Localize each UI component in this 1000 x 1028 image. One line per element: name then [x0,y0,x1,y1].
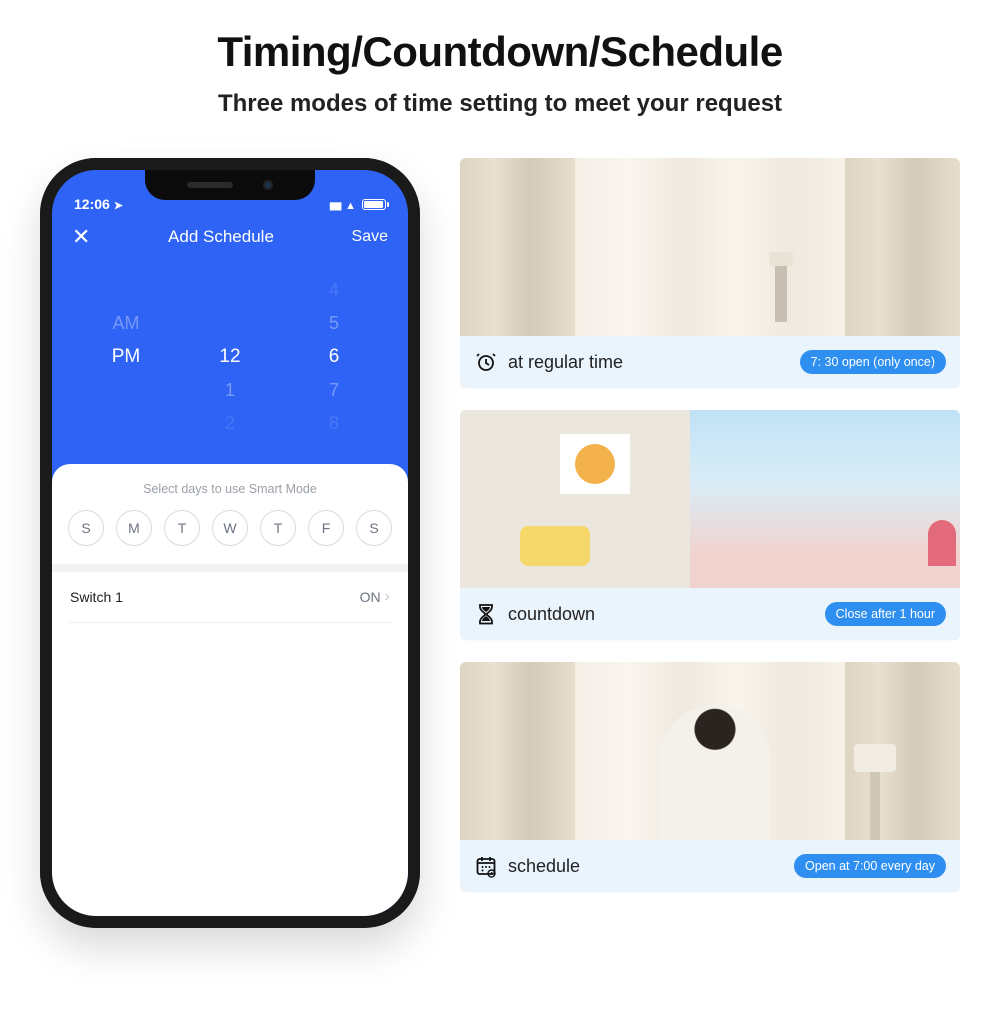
day-chip[interactable]: M [116,510,152,546]
signal-icon [329,197,339,212]
mode-label: countdown [508,604,595,625]
mode-label: schedule [508,856,580,877]
mode-card-countdown: countdown Close after 1 hour [460,410,960,640]
day-chip[interactable]: S [68,510,104,546]
mode-badge: 7: 30 open (only once) [800,350,946,374]
mode-label: at regular time [508,352,623,373]
day-chip[interactable]: S [356,510,392,546]
page-subhead: Three modes of time setting to meet your… [0,90,1000,118]
mode-cards: at regular time 7: 30 open (only once) [460,158,960,928]
battery-icon [362,199,386,210]
navbar-title: Add Schedule [168,227,274,247]
day-chip[interactable]: W [212,510,248,546]
hourglass-icon [474,602,498,626]
picker-hour[interactable]: 12 1 2 [202,280,258,434]
close-button[interactable]: ✕ [72,226,90,248]
mode-badge: Open at 7:00 every day [794,854,946,878]
clock-alarm-icon [474,350,498,374]
schedule-sheet: Select days to use Smart Mode S M T W T … [52,464,408,916]
card-image [460,410,960,588]
card-image [460,662,960,840]
picker-ampm[interactable]: AM PM [98,280,154,434]
day-chip[interactable]: T [260,510,296,546]
phone-notch [145,170,315,200]
time-picker[interactable]: AM PM 12 1 2 4 5 6 7 8 [52,260,408,464]
switch-row[interactable]: Switch 1 ON › [68,572,392,623]
day-chip[interactable]: F [308,510,344,546]
calendar-icon [474,854,498,878]
picker-minute[interactable]: 4 5 6 7 8 [306,280,362,434]
mode-card-timing: at regular time 7: 30 open (only once) [460,158,960,388]
status-time: 12:06 ➤ [74,196,123,212]
switch-name: Switch 1 [70,589,123,605]
phone-mockup: 12:06 ➤ ✕ Add Schedule Save AM PM [40,158,420,928]
page-headline: Timing/Countdown/Schedule [0,28,1000,76]
mode-badge: Close after 1 hour [825,602,946,626]
mode-card-schedule: schedule Open at 7:00 every day [460,662,960,892]
day-chip[interactable]: T [164,510,200,546]
chevron-right-icon: › [385,588,390,606]
save-button[interactable]: Save [352,228,388,246]
wifi-icon [345,197,356,212]
days-row: S M T W T F S [52,510,408,572]
phone-screen: 12:06 ➤ ✕ Add Schedule Save AM PM [52,170,408,916]
card-image [460,158,960,336]
switch-value: ON [360,589,381,605]
sheet-hint: Select days to use Smart Mode [68,482,392,496]
navbar: ✕ Add Schedule Save [52,214,408,260]
